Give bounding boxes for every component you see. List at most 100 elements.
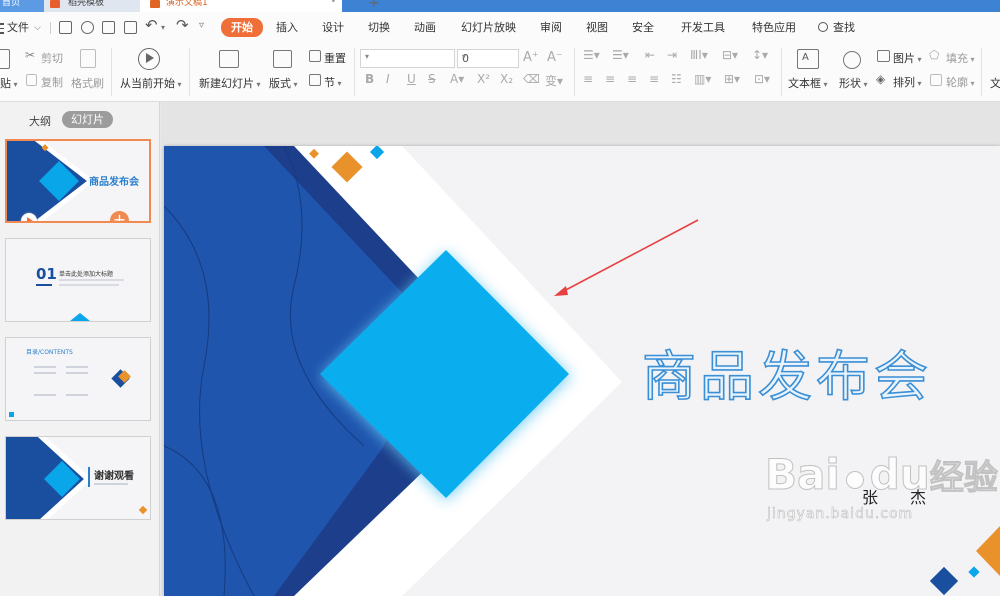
align-text-icon[interactable]: ⊟▾: [722, 48, 738, 62]
slide-thumbnail-3[interactable]: 目录/CONTENTS: [5, 337, 151, 421]
indent-increase-icon[interactable]: ⇥: [667, 48, 677, 62]
slide-thumbnail-1[interactable]: 商品发布会 +: [5, 139, 151, 223]
tab-home[interactable]: 首页: [0, 0, 44, 12]
slide-title[interactable]: 商品发布会: [641, 332, 962, 411]
close-tab-icon[interactable]: •: [331, 0, 336, 7]
smartart-icon[interactable]: ⊞▾: [724, 72, 740, 86]
outline-button[interactable]: 轮廓 ▾: [946, 74, 975, 90]
picture-button[interactable]: 图片 ▾: [893, 50, 922, 66]
copy-icon[interactable]: [26, 74, 37, 86]
menu-view[interactable]: 视图: [586, 18, 608, 37]
print-preview-icon[interactable]: [124, 21, 137, 34]
shrink-font-icon[interactable]: A⁻: [547, 50, 563, 65]
current-slide[interactable]: 商品发布会 张 杰: [164, 146, 1000, 596]
menu-transition[interactable]: 切换: [368, 18, 390, 37]
paste-icon[interactable]: [0, 49, 10, 69]
paste-button[interactable]: 贴 ▾: [0, 75, 18, 91]
shape-button[interactable]: 形状 ▾: [839, 75, 868, 91]
format-painter-icon[interactable]: [80, 49, 96, 68]
justify-icon[interactable]: ≡: [649, 72, 659, 86]
menu-home[interactable]: 开始: [221, 18, 263, 37]
export-pdf-icon[interactable]: [81, 21, 94, 34]
menu-features[interactable]: 特色应用: [752, 18, 796, 37]
format-painter-button[interactable]: 格式刷: [71, 75, 104, 91]
fill-icon[interactable]: ⬠: [929, 48, 939, 62]
section-button[interactable]: 节 ▾: [324, 74, 342, 90]
reset-button[interactable]: 重置: [324, 50, 346, 66]
menu-developer[interactable]: 开发工具: [681, 18, 725, 37]
section-icon[interactable]: [309, 74, 321, 86]
print-icon[interactable]: [102, 21, 115, 34]
picture-icon[interactable]: [877, 50, 890, 62]
undo-icon[interactable]: ↶: [145, 16, 158, 34]
textbox-icon[interactable]: A: [797, 49, 819, 69]
play-icon[interactable]: [138, 48, 160, 70]
menu-file[interactable]: 文件: [7, 18, 29, 37]
menu-design[interactable]: 设计: [322, 18, 344, 37]
bold-icon[interactable]: B: [365, 72, 374, 86]
text-effects-icon[interactable]: 变▾: [545, 72, 563, 89]
layout-icon[interactable]: [273, 50, 292, 68]
underline-icon[interactable]: U: [407, 72, 416, 86]
tab-docer[interactable]: 稻壳模板: [44, 0, 140, 12]
font-color-icon[interactable]: A▾: [450, 72, 464, 86]
menu-hamburger-icon[interactable]: [0, 22, 4, 34]
copy-button[interactable]: 复制: [41, 74, 63, 90]
tab-slides[interactable]: 幻灯片: [62, 111, 113, 128]
menu-animation[interactable]: 动画: [414, 18, 436, 37]
slide-canvas: 商品发布会 张 杰 Bai du经验 jingyan.baidu.com: [161, 102, 1000, 596]
reset-icon[interactable]: [309, 50, 321, 62]
align-center-icon[interactable]: ≡: [605, 72, 615, 86]
slide-thumbnail-4[interactable]: 谢谢观看: [5, 436, 151, 520]
number-list-icon[interactable]: ☰▾: [612, 48, 629, 62]
align-right-icon[interactable]: ≡: [627, 72, 637, 86]
subscript-icon[interactable]: X₂: [500, 72, 513, 86]
menu-design-label: 设计: [322, 21, 344, 34]
fill-button[interactable]: 填充 ▾: [946, 50, 975, 66]
layout-button[interactable]: 版式 ▾: [269, 75, 298, 91]
menu-insert[interactable]: 插入: [276, 18, 298, 37]
grow-font-icon[interactable]: A⁺: [523, 50, 539, 65]
scissors-icon[interactable]: ✂: [25, 48, 35, 62]
add-slide-icon[interactable]: +: [110, 211, 129, 221]
cut-button[interactable]: 剪切: [41, 50, 63, 66]
thumbnail-3-text-line: [34, 394, 56, 396]
menu-security[interactable]: 安全: [632, 18, 654, 37]
tab-outline[interactable]: 大纲: [29, 113, 51, 129]
outline-icon[interactable]: [930, 74, 942, 86]
bullet-list-icon[interactable]: ☰▾: [583, 48, 600, 62]
play-from-current-button[interactable]: 从当前开始 ▾: [120, 75, 182, 91]
slide-thumbnail-2[interactable]: 01 单击此处添加大标题: [5, 238, 151, 322]
shape-icon[interactable]: [843, 51, 861, 69]
chevron-down-icon[interactable]: ⌵: [34, 23, 41, 33]
save-icon[interactable]: [59, 21, 72, 34]
menu-slideshow[interactable]: 幻灯片放映: [461, 18, 516, 37]
customize-toolbar-icon[interactable]: ▿: [199, 20, 204, 31]
play-slide-icon[interactable]: [21, 213, 37, 221]
clear-format-icon[interactable]: ⌫: [523, 72, 540, 86]
arrange-icon[interactable]: ◈: [876, 72, 885, 86]
indent-decrease-icon[interactable]: ⇤: [645, 48, 655, 62]
line-spacing-icon[interactable]: ↕▾: [752, 48, 768, 62]
columns-icon[interactable]: ▥▾: [694, 72, 711, 86]
vertical-align-icon[interactable]: ⊡▾: [754, 72, 770, 86]
text-direction-icon[interactable]: ⅢⅠ▾: [690, 48, 708, 62]
menu-search[interactable]: 查找: [818, 18, 855, 37]
distribute-icon[interactable]: ☷: [671, 72, 682, 86]
align-left-icon[interactable]: ≡: [583, 72, 593, 86]
new-slide-button[interactable]: 新建幻灯片 ▾: [199, 75, 261, 91]
text-tools-button[interactable]: 文: [990, 75, 1000, 91]
new-tab-icon[interactable]: +: [368, 0, 382, 12]
arrange-button[interactable]: 排列 ▾: [893, 74, 922, 90]
undo-dropdown-icon[interactable]: ▾: [161, 23, 165, 32]
new-slide-icon[interactable]: [219, 50, 239, 68]
font-family-combo[interactable]: ▾: [360, 49, 455, 68]
font-size-combo[interactable]: 0 ▾: [457, 49, 519, 68]
tab-document[interactable]: 演示文稿1 •: [140, 0, 342, 12]
menu-review[interactable]: 审阅: [540, 18, 562, 37]
strikethrough-icon[interactable]: S: [428, 72, 436, 86]
textbox-button[interactable]: 文本框 ▾: [788, 75, 828, 91]
italic-icon[interactable]: I: [386, 72, 390, 86]
redo-icon[interactable]: ↷: [176, 16, 189, 34]
superscript-icon[interactable]: X²: [477, 72, 490, 86]
